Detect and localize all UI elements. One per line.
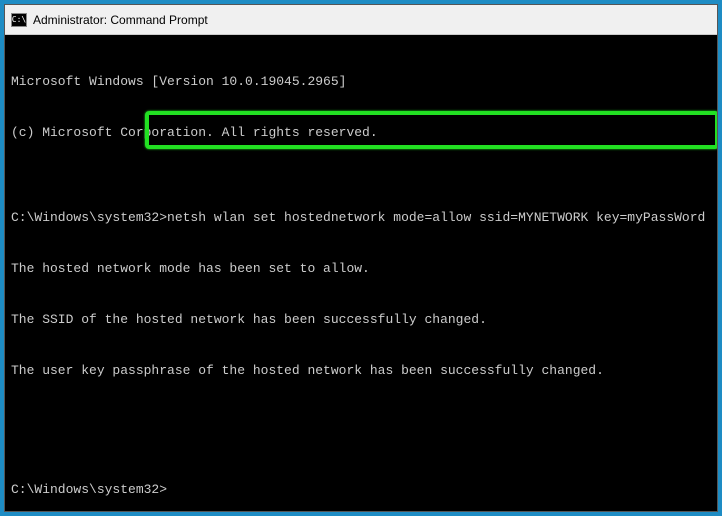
prompt-line: C:\Windows\system32> [11, 481, 711, 498]
window-title: Administrator: Command Prompt [33, 13, 208, 27]
command-text: netsh wlan set hostednetwork mode=allow … [167, 210, 705, 225]
command-line: C:\Windows\system32>netsh wlan set hoste… [11, 209, 711, 226]
terminal-area[interactable]: Microsoft Windows [Version 10.0.19045.29… [5, 35, 717, 511]
command-prompt-window: C:\ Administrator: Command Prompt Micros… [4, 4, 718, 512]
output-line: Microsoft Windows [Version 10.0.19045.29… [11, 73, 711, 90]
output-line: The SSID of the hosted network has been … [11, 311, 711, 328]
cmd-icon-text: C:\ [12, 15, 26, 24]
prompt-prefix: C:\Windows\system32> [11, 210, 167, 225]
output-line: (c) Microsoft Corporation. All rights re… [11, 124, 711, 141]
output-line: The user key passphrase of the hosted ne… [11, 362, 711, 379]
output-line: The hosted network mode has been set to … [11, 260, 711, 277]
titlebar[interactable]: C:\ Administrator: Command Prompt [5, 5, 717, 35]
cmd-icon: C:\ [11, 13, 27, 27]
